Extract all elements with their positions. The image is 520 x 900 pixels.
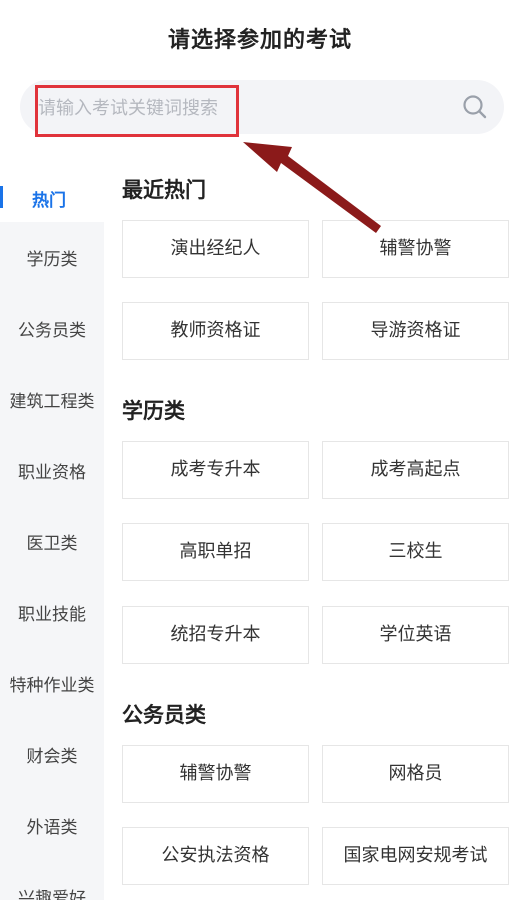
sidebar-item-hot[interactable]: 热门 — [0, 160, 104, 212]
exam-card[interactable]: 学位英语 — [322, 606, 509, 664]
exam-card[interactable]: 演出经纪人 — [122, 220, 309, 278]
sidebar-item-vocational-skills[interactable]: 职业技能 — [0, 577, 104, 648]
exam-content: 最近热门 演出经纪人 辅警协警 教师资格证 导游资格证 学历类 成考专升本 成考… — [122, 150, 512, 900]
search-input[interactable] — [36, 80, 450, 136]
exam-card[interactable]: 辅警协警 — [122, 745, 309, 803]
exam-card[interactable]: 国家电网安规考试 — [322, 827, 509, 885]
exam-card[interactable]: 公安执法资格 — [122, 827, 309, 885]
sidebar-item-construction[interactable]: 建筑工程类 — [0, 364, 104, 435]
sidebar-item-professional-qualification[interactable]: 职业资格 — [0, 435, 104, 506]
section-title-recent-hot: 最近热门 — [122, 178, 206, 202]
exam-selection-page: 请选择参加的考试 热门 学历类 公务员类 建筑工程类 职业资格 医卫类 职业技能… — [0, 0, 520, 900]
exam-card[interactable]: 辅警协警 — [322, 220, 509, 278]
exam-card[interactable]: 导游资格证 — [322, 302, 509, 360]
sidebar-item-special-operations[interactable]: 特种作业类 — [0, 648, 104, 719]
search-icon[interactable] — [462, 94, 488, 120]
section-title-education: 学历类 — [122, 399, 185, 423]
sidebar-item-accounting[interactable]: 财会类 — [0, 719, 104, 790]
exam-card[interactable]: 三校生 — [322, 523, 509, 581]
search-bar[interactable] — [20, 80, 504, 136]
page-title: 请选择参加的考试 — [167, 28, 352, 53]
exam-card[interactable]: 统招专升本 — [122, 606, 309, 664]
exam-card[interactable]: 高职单招 — [122, 523, 309, 581]
exam-card[interactable]: 成考高起点 — [322, 441, 509, 499]
sidebar-item-foreign-language[interactable]: 外语类 — [0, 790, 104, 861]
category-sidebar: 热门 学历类 公务员类 建筑工程类 职业资格 医卫类 职业技能 特种作业类 财会… — [0, 150, 104, 900]
sidebar-list: 学历类 公务员类 建筑工程类 职业资格 医卫类 职业技能 特种作业类 财会类 外… — [0, 222, 104, 900]
active-indicator — [0, 186, 3, 208]
section-title-civil-service: 公务员类 — [122, 703, 206, 727]
exam-card[interactable]: 成考专升本 — [122, 441, 309, 499]
exam-card[interactable]: 网格员 — [322, 745, 509, 803]
sidebar-item-hobbies[interactable]: 兴趣爱好 — [0, 861, 104, 900]
sidebar-item-label: 热门 — [32, 191, 66, 211]
exam-card[interactable]: 教师资格证 — [122, 302, 309, 360]
sidebar-item-civil-service[interactable]: 公务员类 — [0, 293, 104, 364]
sidebar-item-medical[interactable]: 医卫类 — [0, 506, 104, 577]
sidebar-item-education[interactable]: 学历类 — [0, 222, 104, 293]
